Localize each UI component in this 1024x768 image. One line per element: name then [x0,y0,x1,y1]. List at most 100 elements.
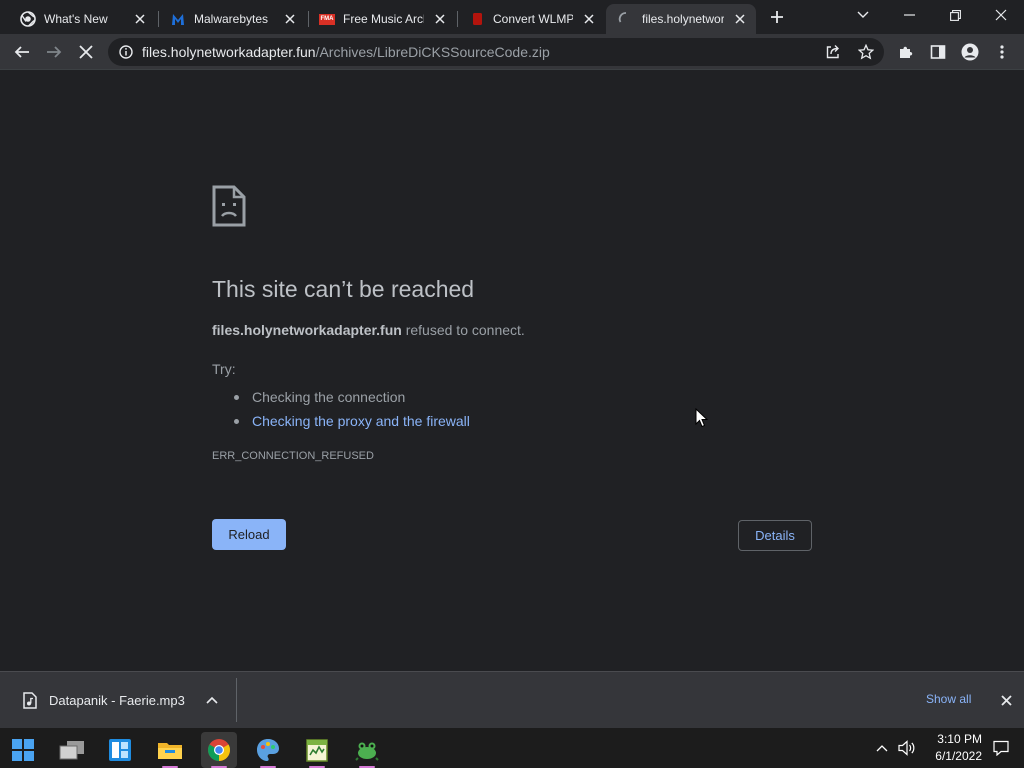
chevron-up-icon [876,745,888,752]
browser-toolbar: files.holynetworkadapter.fun/Archives/Li… [0,34,1024,70]
paint-app-button[interactable] [250,732,286,768]
arrow-right-icon [47,46,62,58]
close-tab-icon[interactable] [581,11,597,27]
tab-title: Malwarebytes [194,12,269,26]
extensions-button[interactable] [892,38,920,66]
error-message: refused to connect. [401,322,525,338]
shelf-divider [236,678,237,722]
error-host: files.holynetworkadapter.fun [212,322,402,338]
show-all-button[interactable]: Show all [926,692,971,706]
address-bar[interactable]: files.holynetworkadapter.fun/Archives/Li… [108,38,884,66]
download-file-name: Datapanik - Faerie.mp3 [49,692,185,708]
new-tab-button[interactable] [766,6,788,28]
mouse-cursor-icon [695,408,709,428]
reload-button[interactable]: Reload [212,519,286,550]
close-tab-icon[interactable] [732,11,748,27]
tab-malwarebytes[interactable]: Malwarebytes [158,4,306,34]
minimize-icon [903,14,915,16]
error-title: This site can’t be reached [212,276,475,302]
profile-button[interactable] [956,38,984,66]
close-tab-icon[interactable] [432,11,448,27]
details-button[interactable]: Details [738,520,812,551]
close-tab-icon[interactable] [132,11,148,27]
tab-strip: What's New Malwarebytes FMA Free Music A… [0,0,1024,34]
stop-loading-button[interactable] [72,38,100,66]
chrome-icon [208,739,230,761]
minimize-button[interactable] [886,0,932,30]
speaker-icon [898,740,915,756]
back-button[interactable] [8,38,36,66]
fma-icon: FMA [319,11,335,27]
palette-icon [257,739,279,761]
sad-page-icon [212,185,246,227]
show-hidden-icons-button[interactable] [872,728,892,768]
notification-icon [993,740,1009,756]
tab-title: What's New [44,12,108,26]
taskbar: 3:10 PM 6/1/2022 [0,728,1024,768]
chrome-taskbar-button[interactable] [201,732,237,768]
frog-icon [355,742,379,761]
suggestion-check-proxy-link[interactable]: Checking the proxy and the firewall [234,409,470,433]
audio-editor-button[interactable] [299,732,335,768]
tab-title: files.holynetwor [642,12,724,26]
loading-spinner-icon [618,11,634,27]
kebab-menu-icon [1000,45,1004,59]
tab-free-music-archive[interactable]: FMA Free Music Arch [307,4,456,34]
widgets-button[interactable] [102,732,138,768]
folder-icon [158,743,182,759]
suggestions-list: Checking the connection Checking the pro… [234,385,470,433]
error-code: ERR_CONNECTION_REFUSED [212,450,374,462]
chrome-icon [20,11,36,27]
malwarebytes-icon [170,11,186,27]
try-label: Try: [212,361,236,377]
url-host: files.holynetworkadapter.fun [142,44,316,60]
restore-icon [949,9,961,21]
frog-app-button[interactable] [349,732,385,768]
convert-icon [469,11,485,27]
notifications-button[interactable] [990,728,1012,768]
chevron-down-icon [857,11,869,18]
audio-editor-icon [306,739,328,762]
side-panel-button[interactable] [924,38,952,66]
side-panel-icon [930,45,946,59]
suggestion-check-connection: Checking the connection [234,385,470,409]
close-icon [995,9,1007,21]
tab-title: Free Music Arch [343,12,424,26]
task-view-button[interactable] [54,732,90,768]
fma-badge: FMA [319,13,335,25]
error-description: files.holynetworkadapter.fun refused to … [212,322,525,338]
tab-files-holynetwor[interactable]: files.holynetwor [606,4,756,34]
error-page: This site can’t be reached files.holynet… [0,70,1024,671]
tab-convert-wlmp[interactable]: Convert WLMP [457,4,605,34]
plus-icon [771,11,783,23]
system-clock[interactable]: 3:10 PM 6/1/2022 [920,731,982,765]
tab-search-button[interactable] [840,0,886,30]
puzzle-icon [900,46,913,58]
share-icon[interactable] [823,42,843,62]
close-shelf-icon[interactable] [998,692,1014,708]
arrow-left-icon [14,46,29,58]
restore-button[interactable] [932,0,978,30]
widgets-icon [109,739,131,761]
close-tab-icon[interactable] [282,11,298,27]
stop-icon [79,45,93,59]
volume-button[interactable] [896,728,918,768]
avatar-icon [961,43,979,61]
download-shelf: Datapanik - Faerie.mp3 Show all [0,671,1024,728]
clock-date: 6/1/2022 [935,749,982,763]
tab-whats-new[interactable]: What's New [8,4,156,34]
info-icon[interactable] [118,44,134,60]
chevron-up-icon[interactable] [204,692,220,708]
url-path: /Archives/LibreDiCKSSourceCode.zip [315,44,550,60]
start-button[interactable] [5,732,41,768]
audio-file-icon [22,691,38,709]
file-explorer-button[interactable] [152,732,188,768]
forward-button[interactable] [40,38,68,66]
url-text: files.holynetworkadapter.fun/Archives/Li… [142,44,550,60]
menu-button[interactable] [988,38,1016,66]
bookmark-star-icon[interactable] [856,42,876,62]
clock-time: 3:10 PM [937,732,982,746]
close-window-button[interactable] [978,0,1024,30]
tab-title: Convert WLMP [493,12,573,26]
download-item[interactable]: Datapanik - Faerie.mp3 [14,684,230,716]
